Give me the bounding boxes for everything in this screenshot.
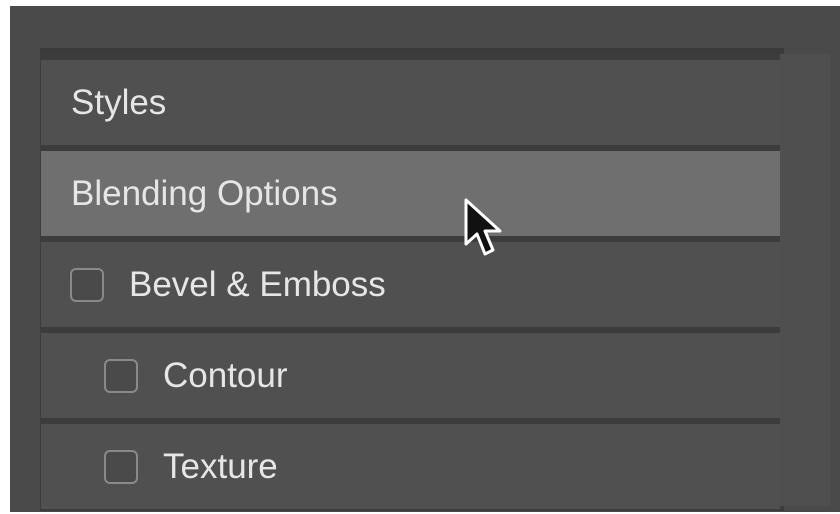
styles-item[interactable]: Styles bbox=[41, 60, 780, 145]
texture-item-label: Texture bbox=[163, 446, 278, 486]
panel-divider-strip bbox=[780, 54, 830, 506]
contour-item-label: Contour bbox=[163, 355, 288, 395]
styles-item-label: Styles bbox=[71, 82, 167, 122]
texture-checkbox[interactable] bbox=[104, 449, 138, 484]
blending-options-item[interactable]: Blending Options bbox=[41, 151, 780, 236]
bevel-emboss-checkbox[interactable] bbox=[70, 267, 104, 302]
contour-checkbox[interactable] bbox=[104, 358, 138, 393]
texture-item[interactable]: Texture bbox=[41, 424, 780, 509]
blending-options-item-label: Blending Options bbox=[71, 173, 338, 213]
bevel-emboss-item-label: Bevel & Emboss bbox=[129, 264, 386, 304]
bevel-emboss-item[interactable]: Bevel & Emboss bbox=[41, 242, 780, 327]
contour-item[interactable]: Contour bbox=[41, 333, 780, 418]
mouse-pointer-icon bbox=[464, 198, 502, 256]
